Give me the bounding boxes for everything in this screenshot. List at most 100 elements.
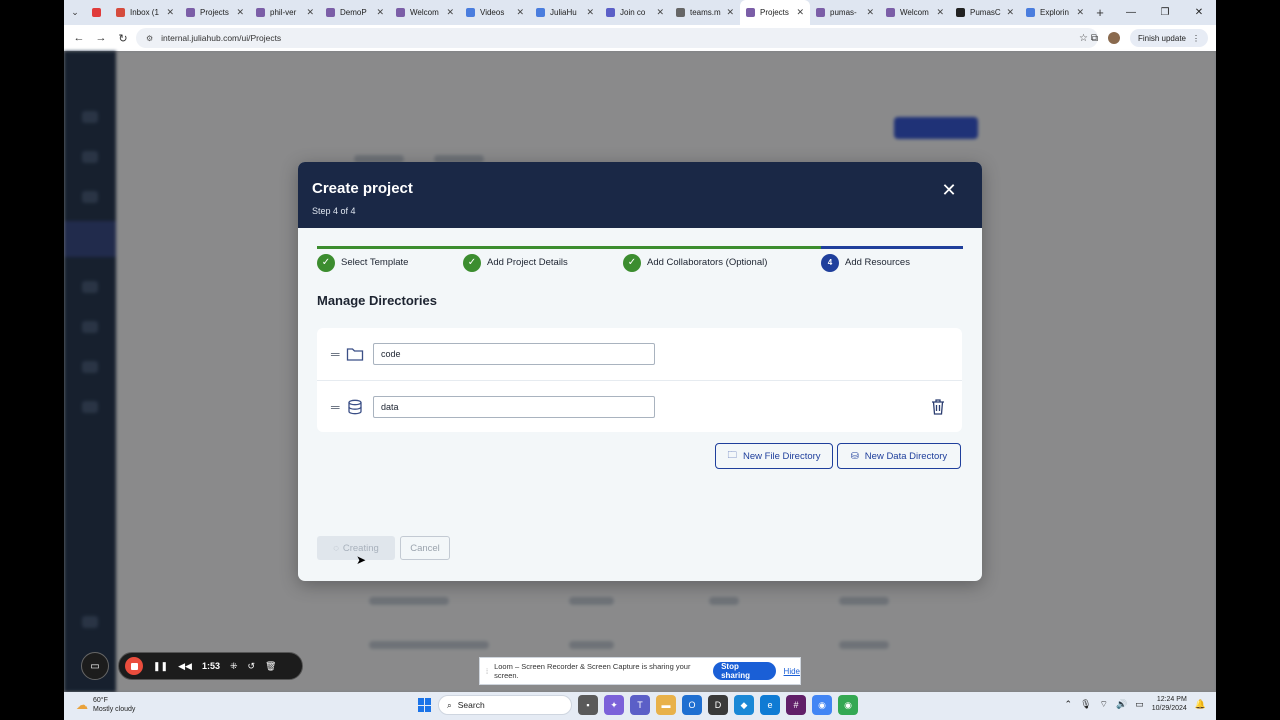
more-menu-icon: ⋮ [1192,33,1200,43]
pause-icon[interactable]: ❚❚ [153,661,168,672]
browser-tab[interactable]: JuliaHu ✕ [530,0,600,25]
grid-icon[interactable]: ⁜ [230,661,238,672]
tab-favicon-icon [186,8,195,17]
tab-label: Welcom [900,8,929,17]
browser-tab[interactable]: PumasC ✕ [950,0,1020,25]
tab-close-icon[interactable]: ✕ [936,7,944,18]
taskbar-search[interactable]: ⌕ Search [438,695,572,715]
store-icon[interactable]: ◆ [734,695,754,715]
back-icon[interactable]: ← [68,32,90,44]
chrome-icon[interactable]: ◉ [812,695,832,715]
start-icon[interactable] [418,698,432,712]
tab-close-icon[interactable]: ✕ [1076,7,1084,18]
loom-camera-button[interactable]: ▭ [81,652,109,680]
stop-sharing-button[interactable]: Stop sharing [713,662,776,680]
browser-tab[interactable]: Videos ✕ [460,0,530,25]
tab-close-icon[interactable]: ✕ [236,7,244,18]
check-icon: ✓ [463,253,481,272]
teams-icon[interactable]: T [630,695,650,715]
notification-bell-icon[interactable]: 🔔 [1195,699,1206,710]
wifi-icon[interactable]: ⌔ [1100,699,1108,710]
reload-icon[interactable]: ↻ [112,32,134,45]
new-file-directory-button[interactable]: 🗀 New File Directory [715,443,833,469]
edge-icon[interactable]: e [760,695,780,715]
restart-icon[interactable]: ↺ [248,661,256,672]
tab-close-icon[interactable]: ✕ [166,7,174,18]
file-explorer-icon[interactable]: ▬ [656,695,676,715]
clock[interactable]: 12:24 PM 10/29/2024 [1152,695,1187,713]
dell-icon[interactable]: D [708,695,728,715]
browser-tab[interactable]: ✕ [86,0,110,25]
task-view-icon[interactable]: ▪ [578,695,598,715]
close-icon[interactable]: ✕ [938,179,960,201]
tab-close-icon[interactable]: ✕ [516,7,524,18]
hide-link[interactable]: Hide [784,667,800,676]
minimize-icon[interactable]: — [1114,0,1148,25]
browser-tab[interactable]: pumas- ✕ [810,0,880,25]
tab-close-icon[interactable]: ✕ [726,7,734,18]
browser-tab[interactable]: Projects ✕ [180,0,250,25]
browser-tab[interactable]: Explorin ✕ [1020,0,1090,25]
browser-tab[interactable]: Welcom ✕ [390,0,460,25]
database-plus-icon: ⛁ [850,450,859,462]
outlook-icon[interactable]: O [682,695,702,715]
drag-grip-icon[interactable]: ⁞ [486,667,488,676]
directory-name-input[interactable] [373,343,655,365]
forward-icon[interactable]: → [90,32,112,44]
directory-list: ═ ═ [317,328,962,432]
tab-label: teams.m [690,8,721,17]
drag-handle-icon[interactable]: ═ [331,347,340,361]
copilot-icon[interactable]: ✦ [604,695,624,715]
delete-icon[interactable]: 🗑 [265,661,276,672]
tab-close-icon[interactable]: ✕ [866,7,874,18]
profile-avatar[interactable] [1107,32,1120,44]
bookmark-star-icon[interactable]: ☆ [1079,33,1088,44]
chrome-profile-icon[interactable]: ◉ [838,695,858,715]
tab-close-icon[interactable]: ✕ [586,7,594,18]
creating-label: Creating [342,542,379,554]
site-info-icon[interactable]: ⚙ [146,34,153,43]
browser-tab[interactable]: Projects ✕ [740,0,810,25]
chevron-up-icon[interactable]: ⌃ [1065,699,1073,710]
tab-close-icon[interactable]: ✕ [656,7,664,18]
trash-icon[interactable] [930,398,946,416]
tab-search-icon[interactable]: ⌄ [64,0,86,25]
directory-name-input[interactable] [373,395,655,418]
tab-close-icon[interactable]: ✕ [446,7,454,18]
finish-update-button[interactable]: Finish update ⋮ [1129,29,1208,47]
tab-close-icon[interactable]: ✕ [306,7,314,18]
finish-update-label: Finish update [1137,33,1186,43]
camera-icon: ▭ [90,660,100,672]
browser-tab[interactable]: teams.m ✕ [670,0,740,25]
browser-tab[interactable]: phil-ver ✕ [250,0,320,25]
stop-recording-button[interactable] [125,657,143,675]
volume-icon[interactable]: 🔊 [1116,699,1127,710]
weather-condition: Mostly cloudy [93,706,136,713]
recording-timer: 1:53 [201,661,220,671]
browser-tab[interactable]: Join co ✕ [600,0,670,25]
cancel-button[interactable]: Cancel [400,536,450,560]
battery-icon[interactable]: ▭ [1135,699,1144,710]
browser-tab[interactable]: DemoP ✕ [320,0,390,25]
tab-close-icon[interactable]: ✕ [1006,7,1014,18]
microphone-icon[interactable]: 🎙 [1080,699,1091,710]
extensions-icon[interactable]: ⧉ [1091,33,1098,44]
restore-icon[interactable]: ❐ [1148,0,1182,25]
slack-icon[interactable]: # [786,695,806,715]
browser-tab[interactable]: Welcom ✕ [880,0,950,25]
weather-widget[interactable]: ☁ 60°F Mostly cloudy [76,696,135,714]
loom-control-bar: ❚❚ ◀◀ 1:53 ⁜ ↺ 🗑 [118,652,303,680]
windows-taskbar: ☁ 60°F Mostly cloudy ⌕ Search ▪ ✦ T ▬ O … [64,692,1216,720]
new-tab-button[interactable]: + [1090,5,1110,20]
drag-handle-icon[interactable]: ═ [331,400,340,414]
tab-close-icon[interactable]: ✕ [796,7,804,18]
new-data-directory-button[interactable]: ⛁ New Data Directory [837,443,961,469]
close-window-icon[interactable]: ✕ [1182,0,1216,25]
tab-close-icon[interactable]: ✕ [376,7,384,18]
tab-label: JuliaHu [550,8,577,17]
browser-tab[interactable]: Inbox (1 ✕ [110,0,180,25]
address-bar[interactable]: ⚙ internal.juliahub.com/ui/Projects ☆ [136,28,1098,48]
step-add-resources: 4 Add Resources [821,246,963,276]
rewind-icon[interactable]: ◀◀ [178,661,192,672]
modal-step-indicator: Step 4 of 4 [312,206,356,216]
